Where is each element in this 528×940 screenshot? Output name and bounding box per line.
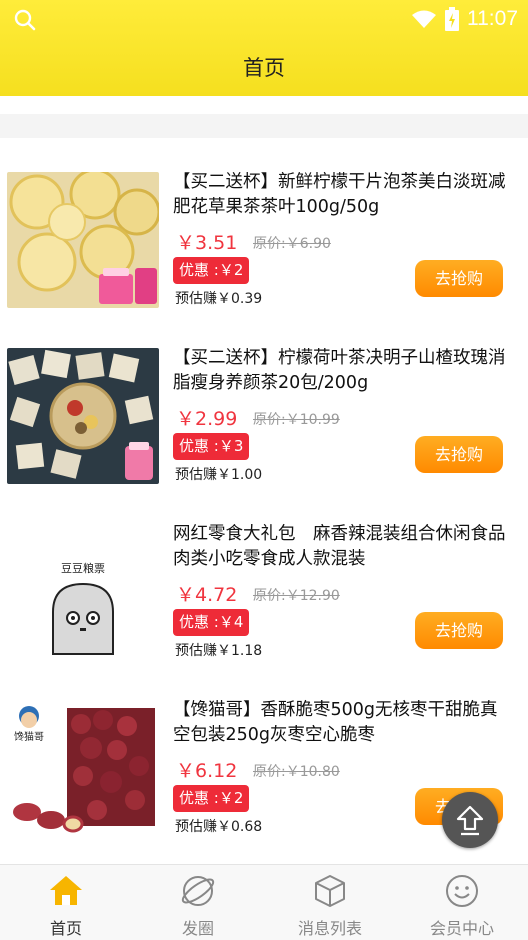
coupon-badge: 优惠 :￥3 bbox=[173, 433, 250, 460]
arrow-up-icon bbox=[456, 805, 484, 836]
product-image-snack[interactable]: 豆豆粮票 bbox=[7, 524, 159, 660]
tab-label: 发圈 bbox=[181, 919, 214, 938]
product-item[interactable]: 【买二送杯】柠檬荷叶茶决明子山楂玫瑰消脂瘦身养颜茶20包/200g ￥2.99 … bbox=[0, 336, 528, 512]
product-price: ￥2.99 bbox=[176, 408, 238, 430]
tab-moments[interactable]: 发圈 bbox=[132, 865, 264, 940]
bottom-tab-bar: 首页 发圈 消息列表 会员中心 bbox=[0, 864, 528, 940]
tab-messages[interactable]: 消息列表 bbox=[264, 865, 396, 940]
tab-home[interactable]: 首页 bbox=[0, 865, 132, 940]
planet-icon bbox=[181, 876, 215, 906]
product-title[interactable]: 【买二送杯】柠檬荷叶茶决明子山楂玫瑰消脂瘦身养颜茶20包/200g bbox=[173, 346, 513, 396]
buy-button[interactable]: 去抢购 bbox=[415, 436, 503, 473]
tab-label: 会员中心 bbox=[429, 919, 494, 938]
product-item[interactable]: 【买二送杯】新鲜柠檬干片泡茶美白淡斑减肥花草果茶茶叶100g/50g ￥3.51… bbox=[0, 160, 528, 336]
product-image-jujube[interactable]: 馋猫哥 bbox=[7, 700, 159, 836]
original-price: 原价:￥10.80 bbox=[253, 764, 340, 780]
product-item[interactable]: 豆豆粮票 网红零食大礼包 麻香辣混装组合休闲食品 肉类小吃零食成人款混装 ￥4.… bbox=[0, 512, 528, 688]
status-bar: 11:07 bbox=[0, 0, 528, 38]
product-title[interactable]: 网红零食大礼包 麻香辣混装组合休闲食品 肉类小吃零食成人款混装 bbox=[173, 522, 513, 572]
snack-logo-text: 豆豆粮票 bbox=[61, 561, 105, 575]
home-icon bbox=[50, 876, 82, 905]
estimated-earning: 预估赚￥1.18 bbox=[175, 643, 263, 659]
smiley-icon bbox=[446, 875, 478, 907]
product-price: ￥4.72 bbox=[176, 584, 238, 606]
product-title[interactable]: 【买二送杯】新鲜柠檬干片泡茶美白淡斑减肥花草果茶茶叶100g/50g bbox=[173, 170, 513, 220]
product-price: ￥3.51 bbox=[176, 232, 238, 254]
estimated-earning: 预估赚￥0.68 bbox=[175, 819, 263, 835]
box-icon bbox=[315, 875, 345, 907]
tab-member[interactable]: 会员中心 bbox=[396, 865, 528, 940]
app-header: 11:07 首页 bbox=[0, 0, 528, 96]
product-title[interactable]: 【馋猫哥】香酥脆枣500g无核枣干甜脆真空包装250g灰枣空心脆枣 bbox=[173, 698, 513, 748]
buy-button[interactable]: 去抢购 bbox=[415, 260, 503, 297]
page-title: 首页 bbox=[243, 56, 285, 80]
buy-button[interactable]: 去抢购 bbox=[415, 612, 503, 649]
coupon-badge: 优惠 :￥2 bbox=[173, 785, 250, 812]
original-price: 原价:￥10.99 bbox=[253, 412, 340, 428]
search-icon[interactable] bbox=[14, 9, 36, 31]
brand-logo-text: 馋猫哥 bbox=[14, 730, 44, 743]
estimated-earning: 预估赚￥0.39 bbox=[175, 291, 263, 307]
coupon-badge: 优惠 :￥2 bbox=[173, 257, 250, 284]
banner-placeholder bbox=[0, 114, 528, 138]
product-price: ￥6.12 bbox=[176, 760, 238, 782]
status-time: 11:07 bbox=[467, 7, 518, 30]
tab-label: 首页 bbox=[49, 919, 82, 938]
product-list: 【买二送杯】新鲜柠檬干片泡茶美白淡斑减肥花草果茶茶叶100g/50g ￥3.51… bbox=[0, 160, 528, 864]
tab-label: 消息列表 bbox=[297, 919, 362, 938]
wifi-icon bbox=[412, 10, 436, 28]
original-price: 原价:￥6.90 bbox=[253, 236, 331, 252]
coupon-badge: 优惠 :￥4 bbox=[173, 609, 250, 636]
battery-icon bbox=[445, 7, 459, 31]
estimated-earning: 预估赚￥1.00 bbox=[175, 467, 263, 483]
back-to-top-button[interactable] bbox=[442, 792, 498, 848]
product-image-tea[interactable] bbox=[7, 348, 159, 484]
product-image-lemon[interactable] bbox=[7, 172, 159, 308]
original-price: 原价:￥12.90 bbox=[253, 588, 340, 604]
